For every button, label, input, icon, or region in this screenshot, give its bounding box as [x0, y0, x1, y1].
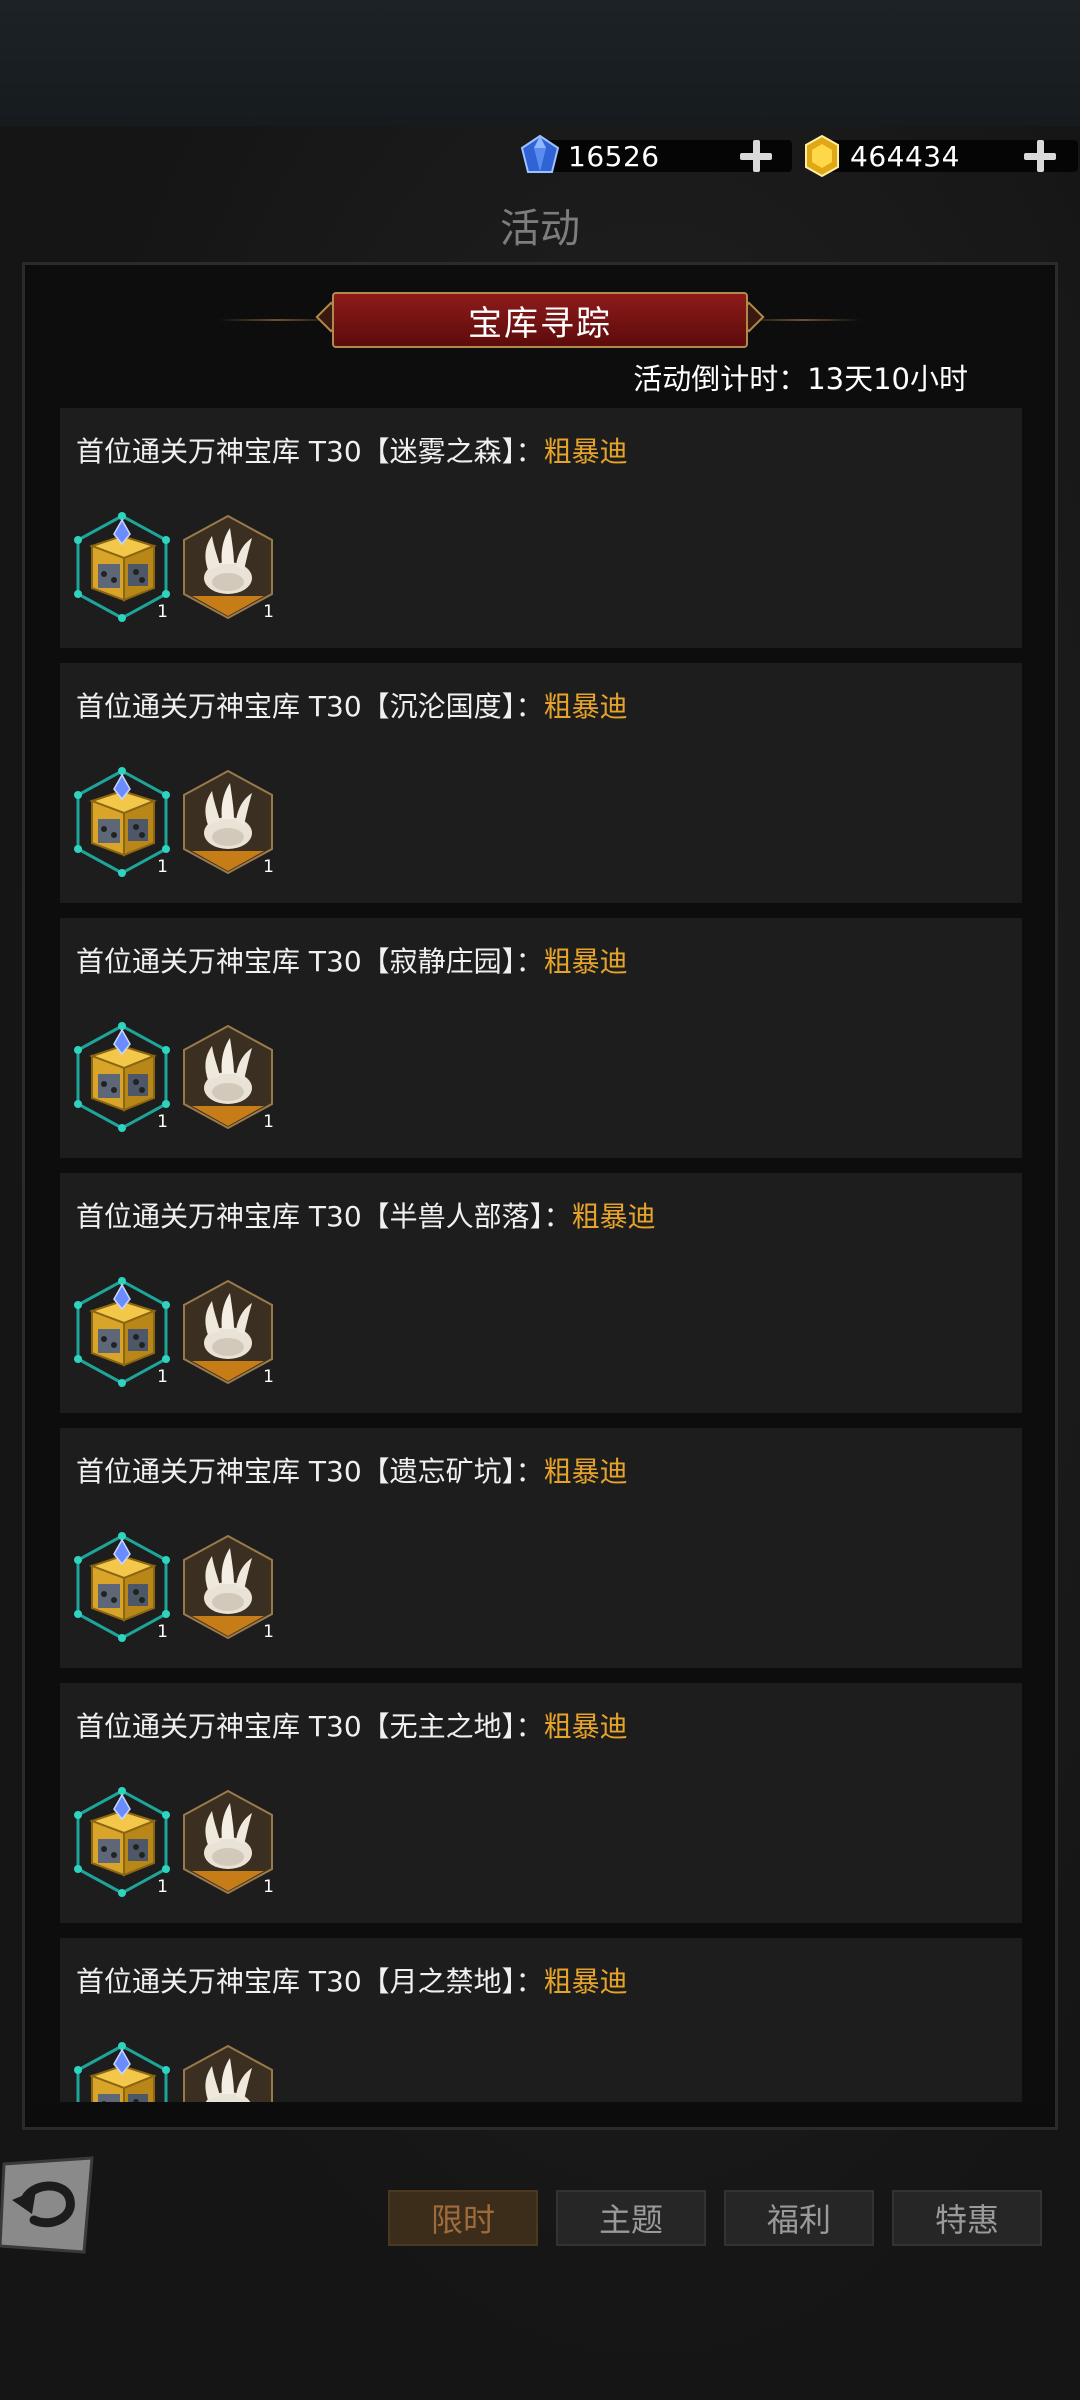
currency-gold: 464434	[800, 134, 1078, 178]
hero-name: 粗暴迪	[543, 690, 628, 723]
beast-claw-icon[interactable]: 1	[178, 1532, 278, 1642]
reward-quantity: 1	[263, 1367, 274, 1387]
hero-name: 粗暴迪	[543, 945, 628, 978]
reward-quantity: 1	[157, 1622, 168, 1642]
back-button[interactable]	[0, 2156, 96, 2256]
reward-card: 首位通关万神宝库 T30【月之禁地】：粗暴迪 1 1	[60, 1938, 1022, 2102]
tab-theme[interactable]: 主题	[556, 2190, 706, 2246]
diamond-amount: 16526	[568, 139, 660, 173]
reward-card: 首位通关万神宝库 T30【寂静庄园】：粗暴迪 1 1	[60, 918, 1022, 1158]
reward-list[interactable]: 首位通关万神宝库 T30【迷雾之森】：粗暴迪 1 1 首位通关万神宝库 T30【沉…	[60, 408, 1022, 2102]
reward-card: 首位通关万神宝库 T30【无主之地】：粗暴迪 1 1	[60, 1683, 1022, 1923]
condition-text: 首位通关万神宝库 T30【寂静庄园】：	[76, 945, 544, 978]
reward-quantity: 1	[157, 1877, 168, 1897]
condition-text: 首位通关万神宝库 T30【无主之地】：	[76, 1710, 544, 1743]
condition-text: 首位通关万神宝库 T30【月之禁地】：	[76, 1965, 544, 1998]
beast-claw-icon[interactable]: 1	[178, 1277, 278, 1387]
add-gold-button[interactable]	[1022, 138, 1058, 174]
gold-amount: 464434	[850, 139, 960, 173]
diamond-icon	[520, 134, 560, 173]
beast-claw-icon[interactable]: 1	[178, 512, 278, 622]
condition-text: 首位通关万神宝库 T30【沉沦国度】：	[76, 690, 544, 723]
card-title: 首位通关万神宝库 T30【寂静庄园】：粗暴迪	[76, 940, 628, 980]
tab-deals[interactable]: 特惠	[892, 2190, 1042, 2246]
beast-claw-icon[interactable]: 1	[178, 2042, 278, 2102]
reward-quantity: 1	[263, 857, 274, 877]
reward-card: 首位通关万神宝库 T30【半兽人部落】：粗暴迪 1 1	[60, 1173, 1022, 1413]
treasure-chest-icon[interactable]: 1	[72, 1532, 172, 1642]
currency-diamond: 16526	[518, 134, 792, 176]
reward-quantity: 1	[263, 1877, 274, 1897]
treasure-chest-icon[interactable]: 1	[72, 1022, 172, 1132]
page-title: 活动	[500, 206, 580, 252]
card-title: 首位通关万神宝库 T30【月之禁地】：粗暴迪	[76, 1960, 628, 2000]
reward-quantity: 1	[263, 1112, 274, 1132]
card-title: 首位通关万神宝库 T30【迷雾之森】：粗暴迪	[76, 430, 628, 470]
reward-quantity: 1	[157, 1367, 168, 1387]
beast-claw-icon[interactable]: 1	[178, 767, 278, 877]
reward-card: 首位通关万神宝库 T30【沉沦国度】：粗暴迪 1 1	[60, 663, 1022, 903]
card-title: 首位通关万神宝库 T30【半兽人部落】：粗暴迪	[76, 1195, 656, 1235]
card-title: 首位通关万神宝库 T30【遗忘矿坑】：粗暴迪	[76, 1450, 628, 1490]
treasure-chest-icon[interactable]: 1	[72, 767, 172, 877]
treasure-chest-icon[interactable]: 1	[72, 2042, 172, 2102]
event-countdown: 活动倒计时：13天10小时	[633, 362, 968, 396]
card-title: 首位通关万神宝库 T30【沉沦国度】：粗暴迪	[76, 685, 628, 725]
treasure-chest-icon[interactable]: 1	[72, 1277, 172, 1387]
hero-name: 粗暴迪	[543, 1710, 628, 1743]
beast-claw-icon[interactable]: 1	[178, 1787, 278, 1897]
condition-text: 首位通关万神宝库 T30【遗忘矿坑】：	[76, 1455, 544, 1488]
reward-quantity: 1	[263, 602, 274, 622]
event-banner: 宝库寻踪	[332, 292, 748, 348]
reward-quantity: 1	[157, 1112, 168, 1132]
reward-quantity: 1	[157, 602, 168, 622]
beast-claw-icon[interactable]: 1	[178, 1022, 278, 1132]
condition-text: 首位通关万神宝库 T30【迷雾之森】：	[76, 435, 544, 468]
treasure-chest-icon[interactable]: 1	[72, 512, 172, 622]
hero-name: 粗暴迪	[543, 435, 628, 468]
status-bar	[0, 0, 1080, 126]
tab-welfare[interactable]: 福利	[724, 2190, 874, 2246]
banner-title: 宝库寻踪	[468, 303, 612, 344]
hero-name: 粗暴迪	[571, 1200, 656, 1233]
gold-gem-icon	[805, 134, 839, 178]
reward-card: 首位通关万神宝库 T30【迷雾之森】：粗暴迪 1 1	[60, 408, 1022, 648]
reward-quantity: 1	[263, 1622, 274, 1642]
card-title: 首位通关万神宝库 T30【无主之地】：粗暴迪	[76, 1705, 628, 1745]
reward-quantity: 1	[157, 857, 168, 877]
treasure-chest-icon[interactable]: 1	[72, 1787, 172, 1897]
hero-name: 粗暴迪	[543, 1455, 628, 1488]
reward-card: 首位通关万神宝库 T30【遗忘矿坑】：粗暴迪 1 1	[60, 1428, 1022, 1668]
condition-text: 首位通关万神宝库 T30【半兽人部落】：	[76, 1200, 572, 1233]
tab-limited[interactable]: 限时	[388, 2190, 538, 2246]
add-diamond-button[interactable]	[738, 138, 774, 174]
hero-name: 粗暴迪	[543, 1965, 628, 1998]
